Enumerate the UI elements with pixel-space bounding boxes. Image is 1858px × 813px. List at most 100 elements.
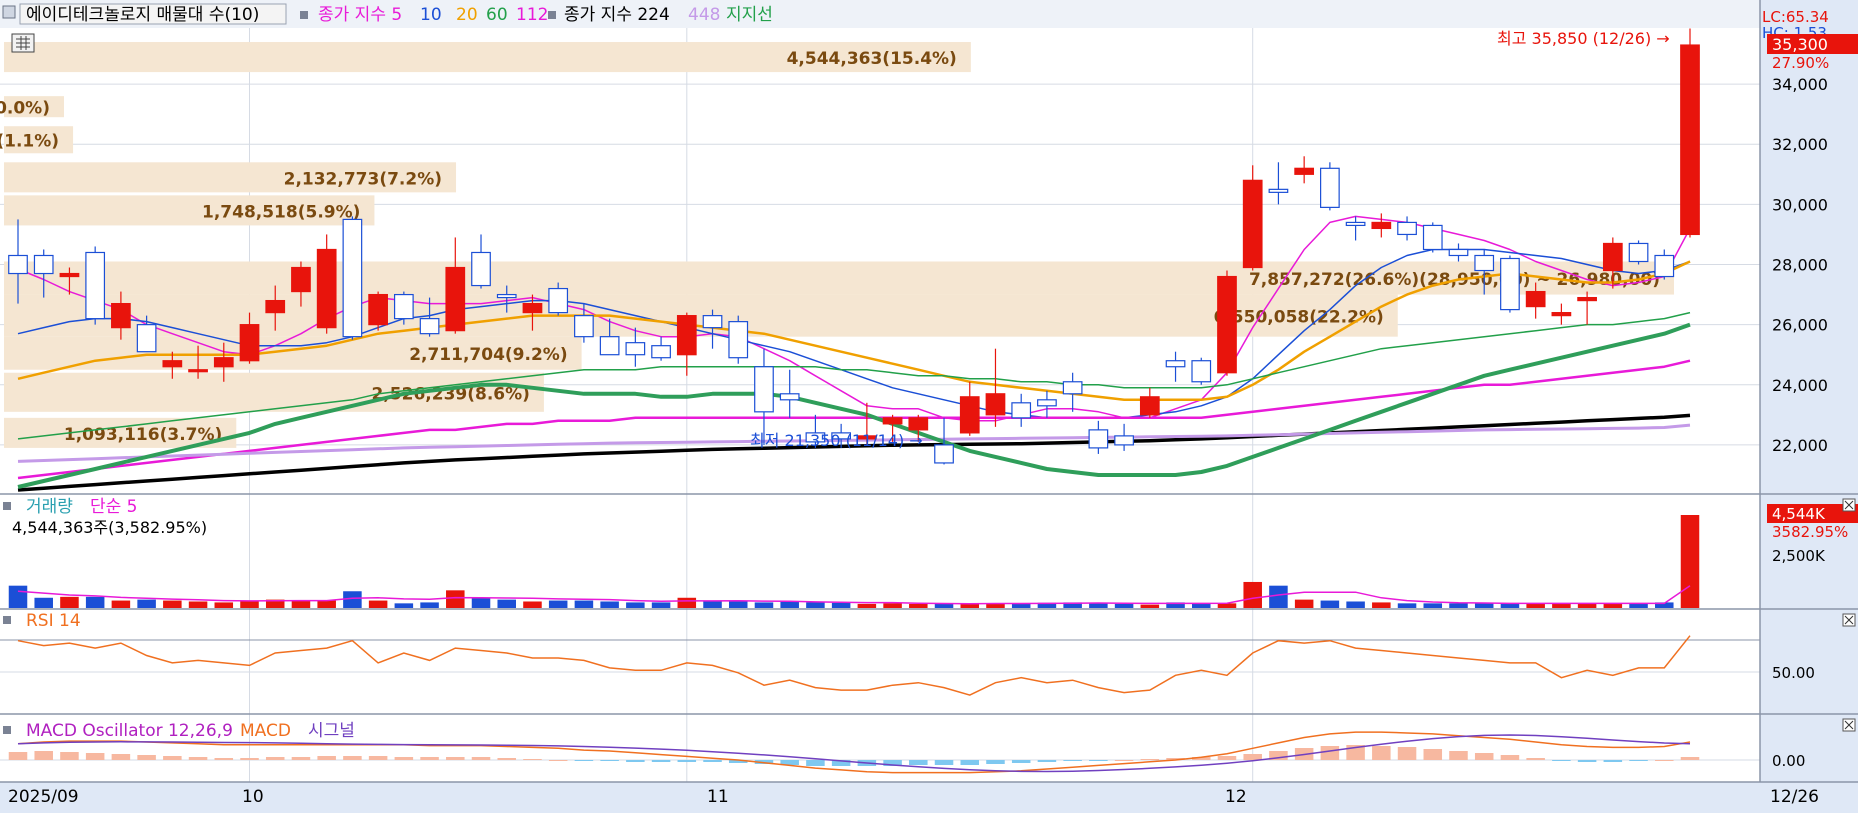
macd-osc-bar[interactable] [1603,760,1623,762]
candle-body[interactable] [316,248,337,329]
candle-body[interactable] [1011,402,1032,419]
volume-bar[interactable] [1423,603,1443,608]
macd-title[interactable]: MACD [240,721,291,741]
close-icon[interactable] [1842,718,1856,732]
macd-osc-bar[interactable] [1011,760,1031,763]
candle-body[interactable] [1500,257,1520,311]
close-icon[interactable] [1842,613,1856,627]
volume-bar[interactable] [111,600,131,608]
macd-osc-bar[interactable] [343,756,362,760]
macd-osc-bar[interactable] [446,757,465,760]
candle-body[interactable] [625,342,646,356]
volume-ma-title[interactable]: 단순 5 [90,497,138,517]
macd-osc-bar[interactable] [368,756,388,760]
candle-body[interactable] [1680,44,1700,236]
candle-body[interactable] [291,266,311,293]
candle-body[interactable] [1628,242,1649,263]
volume-bar[interactable] [806,602,825,608]
volume-bar[interactable] [728,600,748,608]
legend-ma112[interactable]: 112 [516,5,548,25]
candle-body[interactable] [959,396,980,434]
candle-body[interactable] [574,315,594,338]
macd-osc-bar[interactable] [626,760,645,762]
candle-body[interactable] [33,254,54,275]
close-icon[interactable] [1842,498,1856,512]
candle-body[interactable] [754,366,774,413]
macd-osc-bar[interactable] [291,757,311,760]
macd-osc-bar[interactable] [1500,755,1520,760]
candle-body[interactable] [471,251,491,287]
macd-osc-bar[interactable] [1372,746,1391,760]
candle-body[interactable] [934,444,954,464]
stock-chart[interactable]: 4,544,363(15.4%) 0(0.0%) 337,436(1.1%) 2,13… [0,0,1858,813]
macd-osc-bar[interactable] [111,754,131,760]
macd-osc-bar[interactable] [394,757,414,760]
macd-osc-bar[interactable] [909,760,928,765]
volume-bar[interactable] [214,602,234,608]
legend-ma10[interactable]: 10 [420,5,442,25]
volume-bar[interactable] [188,601,208,608]
macd-osc-bar[interactable] [214,758,234,760]
candle-body[interactable] [1139,396,1160,416]
macd-osc-bar[interactable] [1449,751,1468,760]
volume-bar[interactable] [317,600,336,608]
volume-bar[interactable] [1474,603,1494,608]
candle-body[interactable] [676,315,697,356]
volume-bar[interactable] [1269,585,1288,608]
volume-bar[interactable] [574,600,594,608]
volume-bar[interactable] [703,601,722,608]
macd-osc-bar[interactable] [317,756,336,760]
macd-osc-bar[interactable] [8,752,28,760]
candle-body[interactable] [1114,435,1134,446]
volume-bar[interactable] [60,596,79,608]
macd-osc-bar[interactable] [1552,760,1571,761]
candle-body[interactable] [368,293,388,326]
candle-body[interactable] [1088,429,1109,449]
candle-body[interactable] [239,324,260,362]
volume-bar[interactable] [1140,604,1160,608]
macd-osc-bar[interactable] [1680,757,1700,760]
macd-osc-bar[interactable] [960,760,980,765]
volume-bar[interactable] [240,601,259,608]
volume-bar[interactable] [163,600,182,608]
macd-osc-bar[interactable] [574,760,594,761]
candle-body[interactable] [162,360,183,368]
candle-body[interactable] [213,357,234,368]
volume-bar[interactable] [857,603,877,608]
macd-osc-bar[interactable] [1320,746,1340,760]
volume-bar[interactable] [754,602,774,608]
candle-body[interactable] [599,336,620,356]
candle-body[interactable] [85,251,106,320]
macd-osc-bar[interactable] [137,755,156,760]
candle-body[interactable] [1217,275,1237,374]
candle-body[interactable] [111,302,131,329]
volume-bar[interactable] [368,600,388,608]
volume-bar[interactable] [1294,599,1314,608]
candle-body[interactable] [882,417,903,425]
volume-bar[interactable] [291,600,311,608]
volume-bar[interactable] [909,603,928,608]
rsi-title[interactable]: RSI 14 [26,611,81,631]
volume-bar[interactable] [934,603,954,608]
macd-osc-bar[interactable] [934,760,954,765]
macd-osc-bar[interactable] [1474,753,1494,760]
candle-body[interactable] [1551,312,1572,317]
volume-bar[interactable] [960,603,980,608]
volume-bar[interactable] [446,590,465,608]
signal-title[interactable]: 시그널 [308,721,355,741]
macd-osc-bar[interactable] [1577,760,1597,762]
volume-bar[interactable] [1372,602,1391,608]
macd-osc-bar[interactable] [1655,760,1674,761]
macd-osc-bar[interactable] [1397,747,1417,760]
volume-bar[interactable] [523,601,542,608]
candle-body[interactable] [8,254,28,275]
volume-bar[interactable] [420,602,439,608]
candle-body[interactable] [522,302,543,314]
volume-bar[interactable] [677,597,697,608]
volume-bar[interactable] [394,603,414,608]
volume-bar[interactable] [497,599,516,608]
macd-osc-bar[interactable] [548,760,568,761]
legend-ma5[interactable]: 종가 지수 5 [318,5,402,25]
candle-body[interactable] [702,315,723,329]
candle-body[interactable] [1345,221,1366,227]
